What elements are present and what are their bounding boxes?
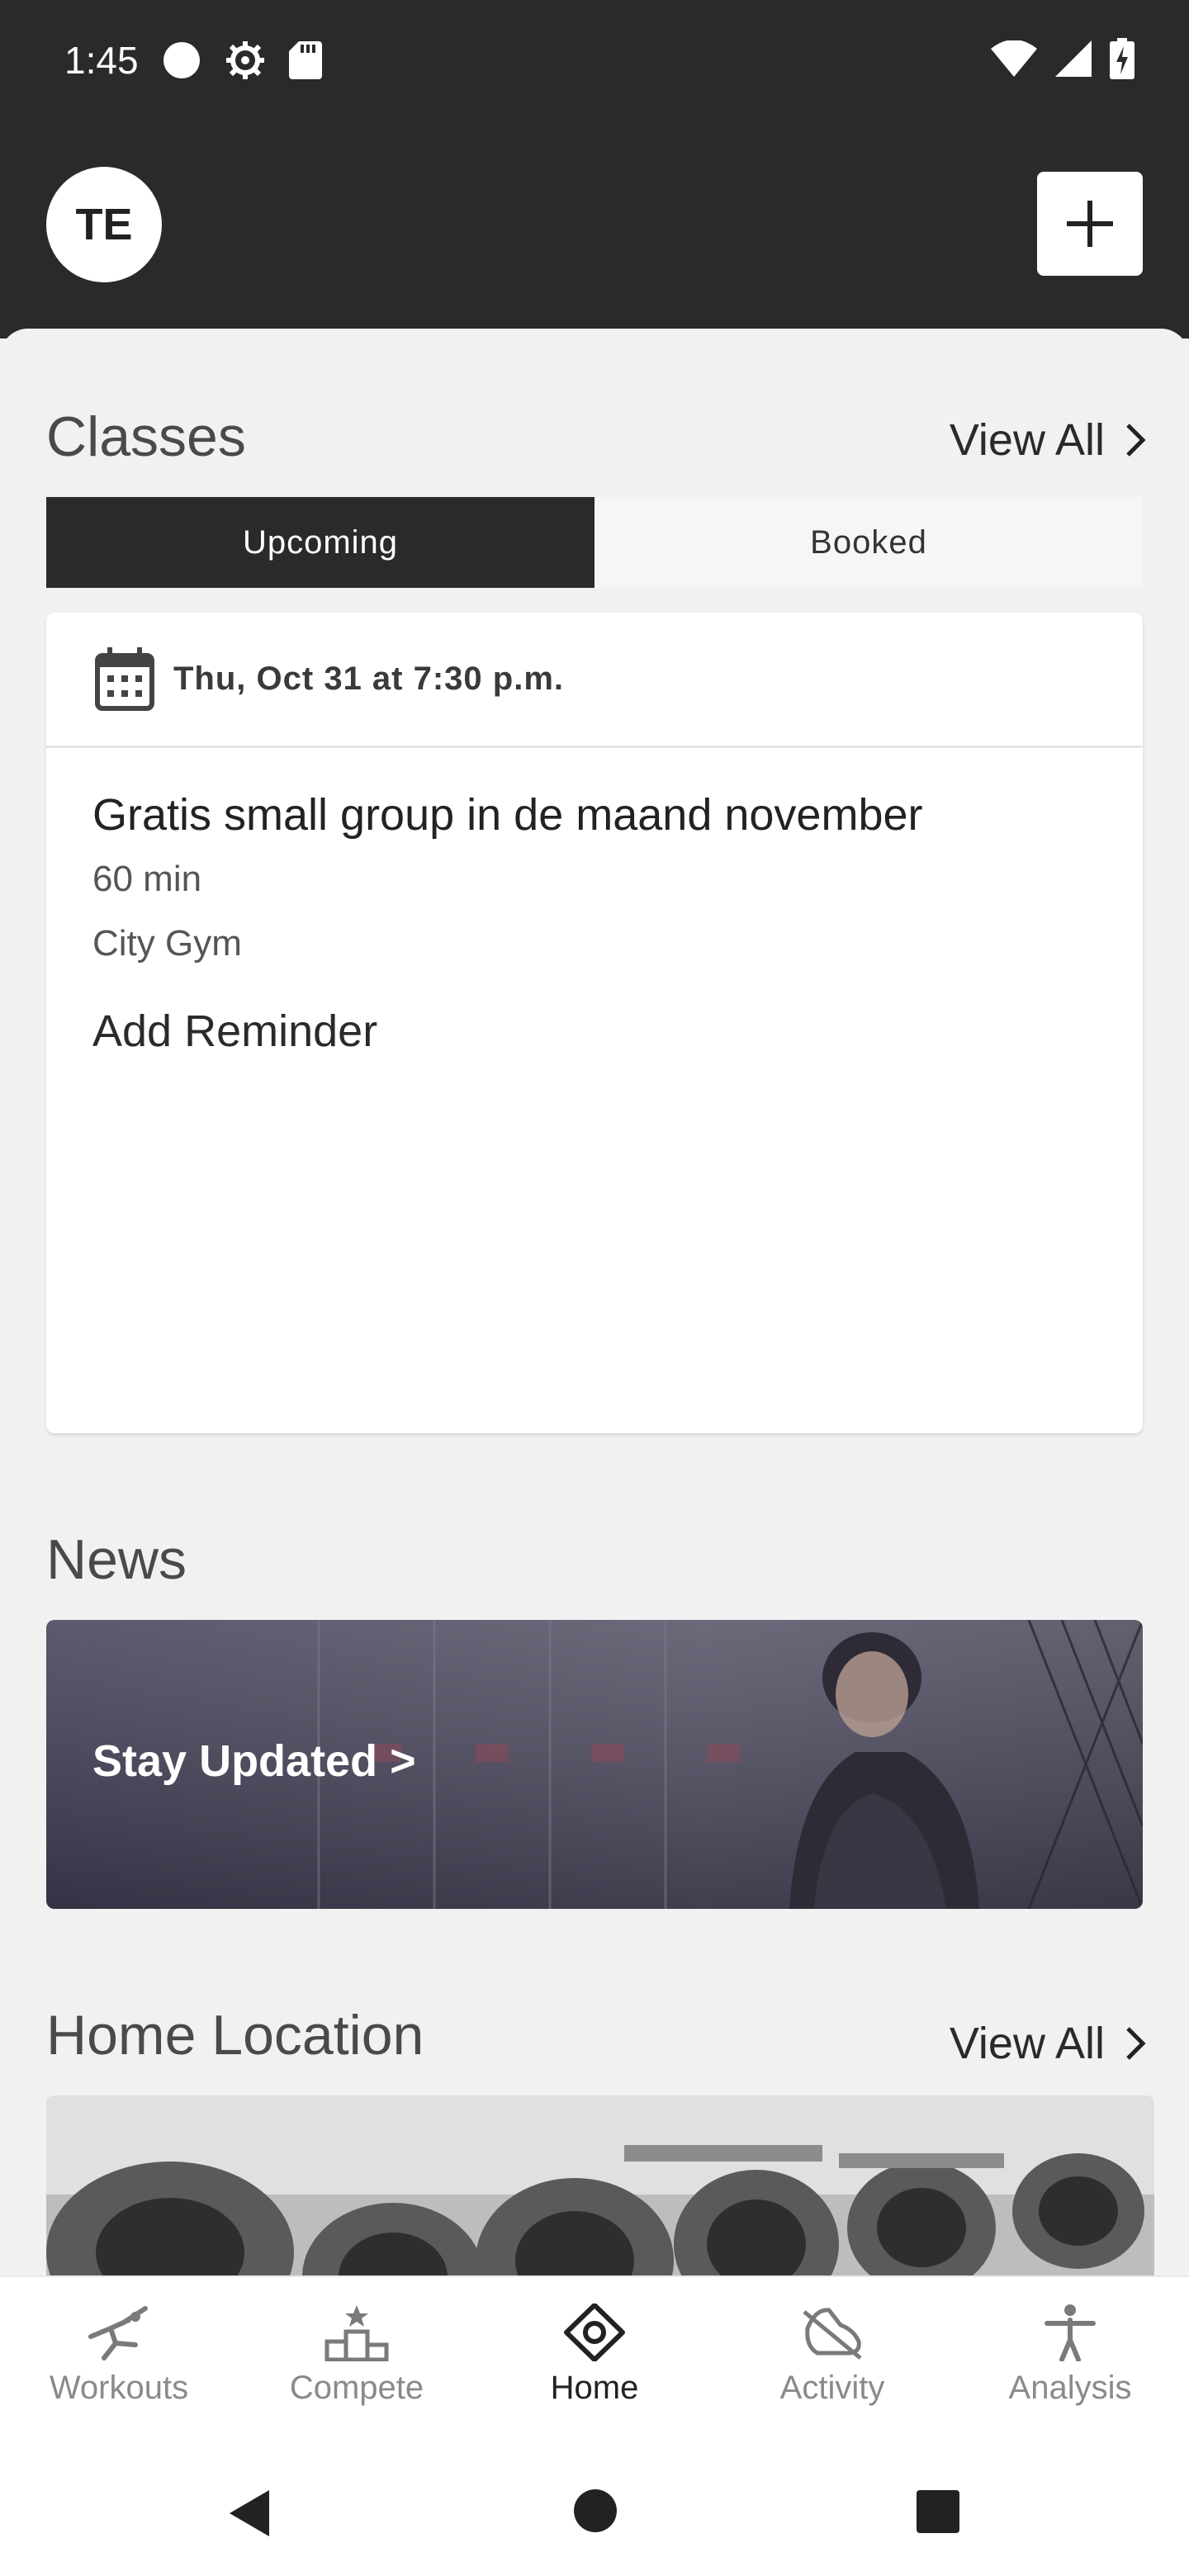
gym-dumbbells-image <box>46 2095 1154 2277</box>
home-location-view-all[interactable]: View All <box>950 2018 1146 2069</box>
status-bar: 1:45 <box>0 0 1189 124</box>
class-name: Gratis small group in de maand november <box>92 790 923 840</box>
system-nav-bar <box>0 2441 1189 2576</box>
classes-title: Classes <box>46 405 246 468</box>
nav-activity[interactable]: Activity <box>713 2277 951 2441</box>
home-circle-icon[interactable] <box>573 2488 618 2533</box>
app-header: TE <box>0 124 1189 339</box>
class-duration: 60 min <box>92 859 202 899</box>
person-figure-icon <box>1045 2304 1096 2361</box>
nav-home[interactable]: Home <box>476 2277 713 2441</box>
status-icons-left <box>162 40 322 81</box>
podium-icon <box>324 2305 389 2361</box>
recents-icon[interactable] <box>915 2488 961 2535</box>
news-banner-label: Stay Updated > <box>92 1736 416 1786</box>
nav-analysis[interactable]: Analysis <box>951 2277 1189 2441</box>
class-date: Thu, Oct 31 at 7:30 p.m. <box>173 661 565 697</box>
settings-icon <box>226 41 264 79</box>
status-icons-right <box>991 38 1135 79</box>
home-location-image[interactable] <box>46 2095 1154 2277</box>
battery-charging-icon <box>1110 38 1135 79</box>
plus-icon <box>1067 201 1113 247</box>
tab-booked[interactable]: Booked <box>594 497 1143 588</box>
view-all-label: View All <box>949 415 1105 465</box>
signal-icon <box>1055 40 1092 77</box>
chevron-right-icon <box>1126 2027 1146 2060</box>
main-content: Classes View All Upcoming Booked Thu, Oc… <box>0 329 1189 2277</box>
news-banner[interactable]: Stay Updated > <box>46 1620 1143 1909</box>
class-card-body: Gratis small group in de maand november … <box>46 748 1143 1098</box>
wifi-icon <box>991 40 1037 77</box>
running-figure-icon <box>88 2306 148 2361</box>
class-date-row: Thu, Oct 31 at 7:30 p.m. <box>46 613 1143 748</box>
nav-compete[interactable]: Compete <box>238 2277 476 2441</box>
nav-label-analysis: Analysis <box>1008 2370 1132 2406</box>
circle-icon <box>163 42 200 78</box>
class-card[interactable]: Thu, Oct 31 at 7:30 p.m. Gratis small gr… <box>46 613 1143 1433</box>
add-button[interactable] <box>1037 172 1143 276</box>
view-all-label: View All <box>949 2019 1105 2068</box>
nav-label-workouts: Workouts <box>49 2370 189 2406</box>
sd-card-icon <box>289 41 322 79</box>
nav-label-compete: Compete <box>289 2370 424 2406</box>
classes-tabs: Upcoming Booked <box>46 497 1143 588</box>
avatar[interactable]: TE <box>46 167 162 282</box>
calendar-icon <box>95 646 154 711</box>
shoe-icon <box>803 2308 862 2360</box>
news-title: News <box>46 1528 187 1591</box>
back-icon[interactable] <box>225 2488 274 2538</box>
bottom-nav: Workouts Compete Home Activity Analysis <box>0 2275 1189 2441</box>
tab-upcoming[interactable]: Upcoming <box>46 497 594 588</box>
nav-workouts[interactable]: Workouts <box>0 2277 238 2441</box>
home-location-title: Home Location <box>46 2004 424 2067</box>
nav-label-home: Home <box>550 2370 639 2406</box>
classes-view-all[interactable]: View All <box>950 414 1146 466</box>
status-time: 1:45 <box>64 39 139 82</box>
nav-label-activity: Activity <box>779 2370 885 2406</box>
add-reminder-button[interactable]: Add Reminder <box>92 1006 1097 1057</box>
class-location: City Gym <box>92 923 242 964</box>
chevron-right-icon <box>1126 424 1146 457</box>
home-diamond-icon <box>564 2304 625 2361</box>
